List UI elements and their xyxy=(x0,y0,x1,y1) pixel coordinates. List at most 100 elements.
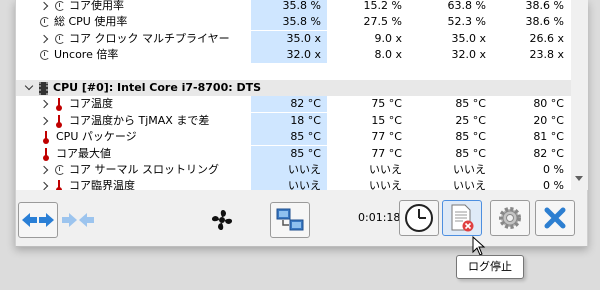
minimum-value: 77 °C xyxy=(371,130,402,144)
gear-icon xyxy=(499,207,521,229)
network-computers-icon xyxy=(276,208,304,231)
vertical-scrollbar[interactable] xyxy=(571,0,588,190)
current-value: いいえ xyxy=(251,162,327,178)
minimum-value: 75 °C xyxy=(371,97,402,111)
thermometer-icon xyxy=(55,179,63,190)
average-value: 38.6 % xyxy=(525,0,564,12)
average-value: 0 % xyxy=(543,179,564,190)
cpu-chip-icon xyxy=(39,81,48,95)
clock-icon xyxy=(55,33,65,44)
expand-chevron-icon[interactable] xyxy=(40,0,50,14)
clock-icon xyxy=(55,165,65,175)
table-row[interactable]: コア温度から TjMAX まで差 18 °C 15 °C 25 °C 20 °C xyxy=(16,112,571,129)
toolbar: 0:01:18 xyxy=(16,196,589,246)
minimum-value: いいえ xyxy=(369,179,402,190)
maximum-value: 25 °C xyxy=(455,113,486,127)
sensor-name: コア最大値 xyxy=(40,146,111,162)
close-icon xyxy=(544,207,566,229)
stop-logging-button[interactable] xyxy=(442,200,482,236)
network-button[interactable] xyxy=(270,202,310,238)
clock-icon xyxy=(40,17,50,28)
sensor-label: コア最大値 xyxy=(56,146,111,160)
settings-button[interactable] xyxy=(490,200,530,236)
current-value: 35.8 % xyxy=(251,14,327,31)
fan-icon xyxy=(211,209,233,231)
current-value: 85 °C xyxy=(251,129,327,146)
expand-chevron-icon[interactable] xyxy=(40,113,50,129)
mouse-cursor-icon xyxy=(472,236,486,256)
current-value: 18 °C xyxy=(251,112,327,129)
thermometer-icon xyxy=(55,97,63,112)
table-row[interactable]: Uncore 倍率 32.0 x 8.0 x 32.0 x 23.8 x xyxy=(16,47,571,64)
table-row[interactable]: コア最大値 85 °C 77 °C 85 °C 82 °C xyxy=(16,145,571,162)
table-row[interactable]: CPU パッケージ 85 °C 77 °C 85 °C 81 °C xyxy=(16,129,571,146)
sensor-name: Uncore 倍率 xyxy=(40,47,118,63)
maximum-value: 63.8 % xyxy=(447,0,486,12)
clock-icon xyxy=(40,50,50,61)
table-row[interactable]: コア使用率 35.8 % 15.2 % 63.8 % 38.6 % xyxy=(16,0,571,14)
current-value: 85 °C xyxy=(251,145,327,162)
sensor-table: コア使用率 35.8 % 15.2 % 63.8 % 38.6 % 総 CPU 使用率 35… xyxy=(16,0,571,190)
sensor-name: コア臨界温度 xyxy=(40,178,135,190)
maximum-value: 85 °C xyxy=(455,130,486,144)
sensor-name: コア使用率 xyxy=(40,0,124,14)
average-value: 26.6 x xyxy=(529,31,565,45)
timestamp-button[interactable] xyxy=(399,200,439,236)
table-row[interactable]: 総 CPU 使用率 35.8 % 27.5 % 52.3 % 38.6 % xyxy=(16,14,571,31)
average-value: 38.6 % xyxy=(525,15,564,29)
sensor-label: コア クロック マルチプライヤー xyxy=(69,31,230,45)
sensor-group-row[interactable]: CPU [#0]: Intel Core i7-8700: DTS xyxy=(16,80,571,96)
maximum-value: 85 °C xyxy=(455,146,486,160)
sensor-label: CPU パッケージ xyxy=(56,130,137,144)
expand-columns-button[interactable] xyxy=(18,202,58,238)
collapse-columns-button[interactable] xyxy=(58,202,98,238)
close-button[interactable] xyxy=(535,200,575,236)
average-value: 80 °C xyxy=(533,97,564,111)
tooltip: ログ停止 xyxy=(456,255,524,279)
expand-chevron-icon[interactable] xyxy=(40,178,50,190)
collapse-chevron-icon[interactable] xyxy=(24,80,34,96)
expand-chevron-icon[interactable] xyxy=(40,31,50,47)
table-row[interactable]: コア サーマル スロットリング いいえ いいえ いいえ 0 % xyxy=(16,162,571,178)
table-row[interactable]: コア クロック マルチプライヤー 35.0 x 9.0 x 35.0 x 26.6 x xyxy=(16,30,571,47)
inward-arrows-icon xyxy=(62,213,94,227)
maximum-value: 32.0 x xyxy=(451,48,487,62)
sensor-label: コア温度から TjMAX まで差 xyxy=(69,113,210,127)
maximum-value: いいえ xyxy=(453,179,486,190)
thermometer-icon xyxy=(42,130,50,145)
sensor-name: コア クロック マルチプライヤー xyxy=(40,31,230,47)
maximum-value: 52.3 % xyxy=(447,15,486,29)
fan-control-button[interactable] xyxy=(202,202,242,238)
sensor-name: 総 CPU 使用率 xyxy=(40,14,127,30)
sensor-name: CPU パッケージ xyxy=(40,129,137,145)
log-timer: 0:01:18 xyxy=(358,211,401,224)
sensor-label: コア温度 xyxy=(69,97,113,111)
minimum-value: 27.5 % xyxy=(363,15,402,29)
sensor-label: コア臨界温度 xyxy=(69,179,135,190)
average-value: 0 % xyxy=(543,163,564,176)
sensor-name: CPU [#0]: Intel Core i7-8700: DTS xyxy=(24,80,261,96)
clock-icon xyxy=(405,204,433,232)
sensor-name: コア温度から TjMAX まで差 xyxy=(40,113,209,129)
minimum-value: 8.0 x xyxy=(374,48,403,62)
minimum-value: 77 °C xyxy=(371,146,402,160)
expand-chevron-icon[interactable] xyxy=(40,162,50,178)
minimum-value: 15.2 % xyxy=(363,0,402,12)
table-row[interactable]: コア臨界温度 いいえ いいえ いいえ 0 % xyxy=(16,178,571,190)
spacer-row xyxy=(16,64,571,80)
average-value: 81 °C xyxy=(533,130,564,144)
minimum-value: 15 °C xyxy=(371,113,402,127)
expand-chevron-icon[interactable] xyxy=(40,96,50,112)
maximum-value: 35.0 x xyxy=(451,31,487,45)
table-row[interactable]: コア温度 82 °C 75 °C 85 °C 80 °C xyxy=(16,96,571,113)
double-arrow-icon xyxy=(22,213,54,227)
average-value: 23.8 x xyxy=(529,48,565,62)
sensor-label: 総 CPU 使用率 xyxy=(54,15,128,29)
average-value: 82 °C xyxy=(533,146,564,160)
average-value: 20 °C xyxy=(533,113,564,127)
thermometer-icon xyxy=(42,147,50,161)
log-document-stop-icon xyxy=(451,204,474,232)
minimum-value: 9.0 x xyxy=(374,31,403,45)
scroll-down-arrow-icon[interactable] xyxy=(575,176,583,181)
sensor-window: コア使用率 35.8 % 15.2 % 63.8 % 38.6 % 総 CPU 使用率 35… xyxy=(15,0,588,247)
